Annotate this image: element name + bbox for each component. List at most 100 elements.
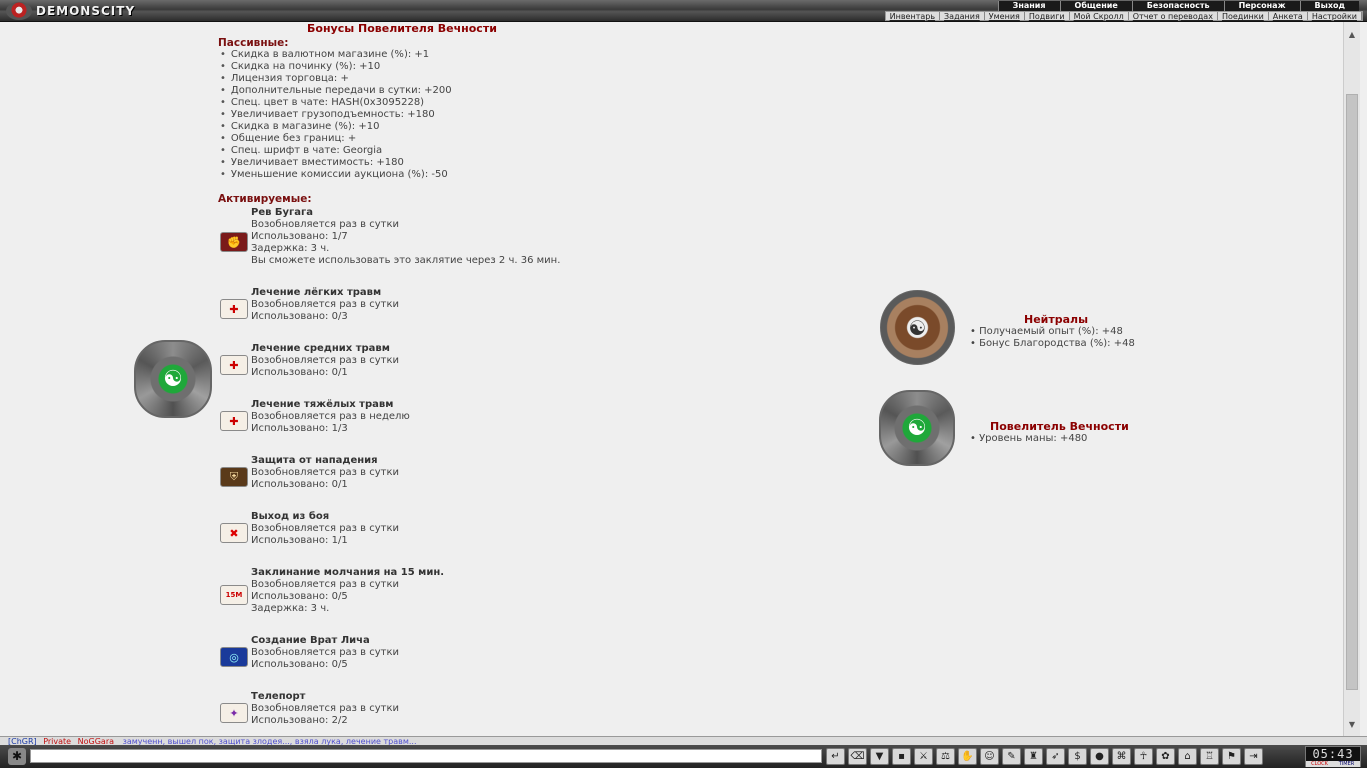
- skill-used: Использовано: 1/3: [251, 423, 348, 434]
- chat-channel[interactable]: [ChGR]: [8, 737, 37, 745]
- coin-icon[interactable]: ●: [1090, 748, 1109, 765]
- skill-used: Использовано: 0/1: [251, 479, 348, 490]
- silence-badge: 15M: [225, 591, 243, 599]
- skill-renew: Возобновляется раз в сутки: [251, 703, 400, 714]
- skill-cooldown-note: Вы сможете использовать это заклятие чер…: [251, 255, 561, 266]
- shield-scroll-icon[interactable]: ⛨: [220, 467, 248, 487]
- subnav-skills[interactable]: Умения: [985, 12, 1025, 21]
- heal-scroll-icon[interactable]: ✚: [220, 411, 248, 431]
- subnav-quests[interactable]: Задания: [940, 12, 985, 21]
- skill-delay: Задержка: 3 ч.: [251, 603, 330, 614]
- lich-gate-icon[interactable]: ◎: [220, 647, 248, 667]
- skill-used: Использовано: 0/5: [251, 591, 348, 602]
- chat-input[interactable]: [30, 749, 822, 763]
- filter-icon[interactable]: ▼: [870, 748, 889, 765]
- roar-icon[interactable]: ✊: [220, 232, 248, 252]
- chat-message: замученн, вышел пок, защита злодея..., в…: [122, 737, 417, 745]
- chat-menu-icon[interactable]: ✱: [8, 748, 26, 765]
- translate-icon[interactable]: ✎: [1002, 748, 1021, 765]
- chat-log: [ChGR] Private NoGGara замученн, вышел п…: [0, 736, 1367, 745]
- faction-bonus: • Уровень маны: +480: [970, 433, 1088, 444]
- logo-emblem-icon: [6, 2, 32, 20]
- nav-character[interactable]: Персонаж: [1223, 1, 1300, 11]
- skill-name: Заклинание молчания на 15 мин.: [251, 567, 445, 578]
- passive-item: Спец. цвет в чате: HASH(0x3095228): [220, 97, 452, 109]
- subnav-inventory[interactable]: Инвентарь: [886, 12, 941, 21]
- skill-name: Создание Врат Лича: [251, 635, 370, 646]
- subnav-settings[interactable]: Настройки: [1308, 12, 1362, 21]
- flag-icon[interactable]: ⚑: [1222, 748, 1241, 765]
- passive-heading: Пассивные:: [218, 37, 289, 49]
- scroll-up-icon[interactable]: ▲: [1344, 28, 1360, 42]
- skill-used: Использовано: 0/3: [251, 311, 348, 322]
- skill-renew: Возобновляется раз в сутки: [251, 579, 400, 590]
- skill-renew: Возобновляется раз в сутки: [251, 299, 400, 310]
- scrollbar[interactable]: ▲ ▼: [1343, 22, 1360, 736]
- exit-icon[interactable]: ⇥: [1244, 748, 1263, 765]
- skill-name: Лечение тяжёлых травм: [251, 399, 394, 410]
- logo[interactable]: DEMONSCITY: [6, 2, 135, 20]
- plant-icon[interactable]: ✿: [1156, 748, 1175, 765]
- silence-icon[interactable]: 15M: [220, 585, 248, 605]
- skill-used: Использовано: 0/5: [251, 659, 348, 670]
- nav-communication[interactable]: Общение: [1059, 1, 1132, 11]
- skill-renew: Возобновляется раз в сутки: [251, 523, 400, 534]
- clock-time: 05:43: [1312, 747, 1354, 761]
- subnav-transfer-report[interactable]: Отчет о переводах: [1129, 12, 1218, 21]
- castle-icon[interactable]: ♖: [1200, 748, 1219, 765]
- teleport-icon[interactable]: ✦: [220, 703, 248, 723]
- subnav-duels[interactable]: Поединки: [1218, 12, 1269, 21]
- save-icon[interactable]: ▪: [892, 748, 911, 765]
- skill-used: Использовано: 2/2: [251, 715, 348, 726]
- subnav-my-scroll[interactable]: Мой Скролл: [1070, 12, 1129, 21]
- skill-name: Выход из боя: [251, 511, 330, 522]
- scroll-down-icon[interactable]: ▼: [1344, 718, 1360, 732]
- nav-exit[interactable]: Выход: [1299, 1, 1359, 11]
- scales-icon[interactable]: ⚖: [936, 748, 955, 765]
- wizard-icon[interactable]: ☥: [1134, 748, 1153, 765]
- passive-item: Лицензия торговца: +: [220, 73, 452, 85]
- faction-eternity: Повелитель Вечности • Уровень маны: +480: [970, 420, 1160, 445]
- passive-item: Общение без границ: +: [220, 133, 452, 145]
- eternity-gear-icon: ☯: [134, 340, 212, 418]
- passive-item: Спец. шрифт в чате: Georgia: [220, 145, 452, 157]
- exit-battle-icon[interactable]: ✖: [220, 523, 248, 543]
- fight-icon[interactable]: ⚔: [914, 748, 933, 765]
- skill-renew: Возобновляется раз в неделю: [251, 411, 410, 422]
- scroll-thumb[interactable]: [1346, 94, 1358, 690]
- nav-knowledge[interactable]: Знания: [997, 1, 1060, 11]
- nav-security[interactable]: Безопасность: [1131, 1, 1224, 11]
- logo-text: DEMONSCITY: [36, 4, 136, 18]
- house-icon[interactable]: ⌂: [1178, 748, 1197, 765]
- passive-item: Скидка на починку (%): +10: [220, 61, 452, 73]
- passive-list: Скидка в валютном магазине (%): +1 Скидк…: [220, 49, 452, 181]
- smile-icon[interactable]: ☺: [980, 748, 999, 765]
- skill-used: Использовано: 1/7: [251, 231, 348, 242]
- runner-icon[interactable]: ➶: [1046, 748, 1065, 765]
- heal-scroll-icon[interactable]: ✚: [220, 299, 248, 319]
- heal-scroll-icon[interactable]: ✚: [220, 355, 248, 375]
- clock-tab[interactable]: CLOCK: [1306, 761, 1333, 767]
- clock-widget[interactable]: 05:43 CLOCK TIMER: [1305, 746, 1361, 767]
- chat-user[interactable]: NoGGara: [78, 737, 114, 745]
- send-icon[interactable]: ↵: [826, 748, 845, 765]
- subnav-profile[interactable]: Анкета: [1269, 12, 1308, 21]
- skill-renew: Возобновляется раз в сутки: [251, 219, 400, 230]
- clear-icon[interactable]: ⌫: [848, 748, 867, 765]
- toolbar-icons: ↵ ⌫ ▼ ▪ ⚔ ⚖ ✋ ☺ ✎ ♜ ➶ $ ● ⌘ ☥ ✿ ⌂ ♖ ⚑ ⇥: [826, 748, 1266, 765]
- sub-nav: Инвентарь Задания Умения Подвиги Мой Скр…: [884, 11, 1363, 21]
- money-bag-icon[interactable]: $: [1068, 748, 1087, 765]
- hands-icon[interactable]: ✋: [958, 748, 977, 765]
- subnav-achievements[interactable]: Подвиги: [1025, 12, 1070, 21]
- bottom-toolbar: ✱ ↵ ⌫ ▼ ▪ ⚔ ⚖ ✋ ☺ ✎ ♜ ➶ $ ● ⌘ ☥ ✿ ⌂ ♖ ⚑ …: [0, 745, 1367, 768]
- skill-renew: Возобновляется раз в сутки: [251, 355, 400, 366]
- eternity-gear-icon: ☯: [879, 390, 955, 466]
- map-icon[interactable]: ⌘: [1112, 748, 1131, 765]
- timer-tab[interactable]: TIMER: [1333, 761, 1360, 767]
- bag-icon[interactable]: ♜: [1024, 748, 1043, 765]
- skill-renew: Возобновляется раз в сутки: [251, 467, 400, 478]
- chat-private[interactable]: Private: [43, 737, 71, 745]
- skill-used: Использовано: 0/1: [251, 367, 348, 378]
- skill-name: Лечение средних травм: [251, 343, 390, 354]
- skill-name: Лечение лёгких травм: [251, 287, 382, 298]
